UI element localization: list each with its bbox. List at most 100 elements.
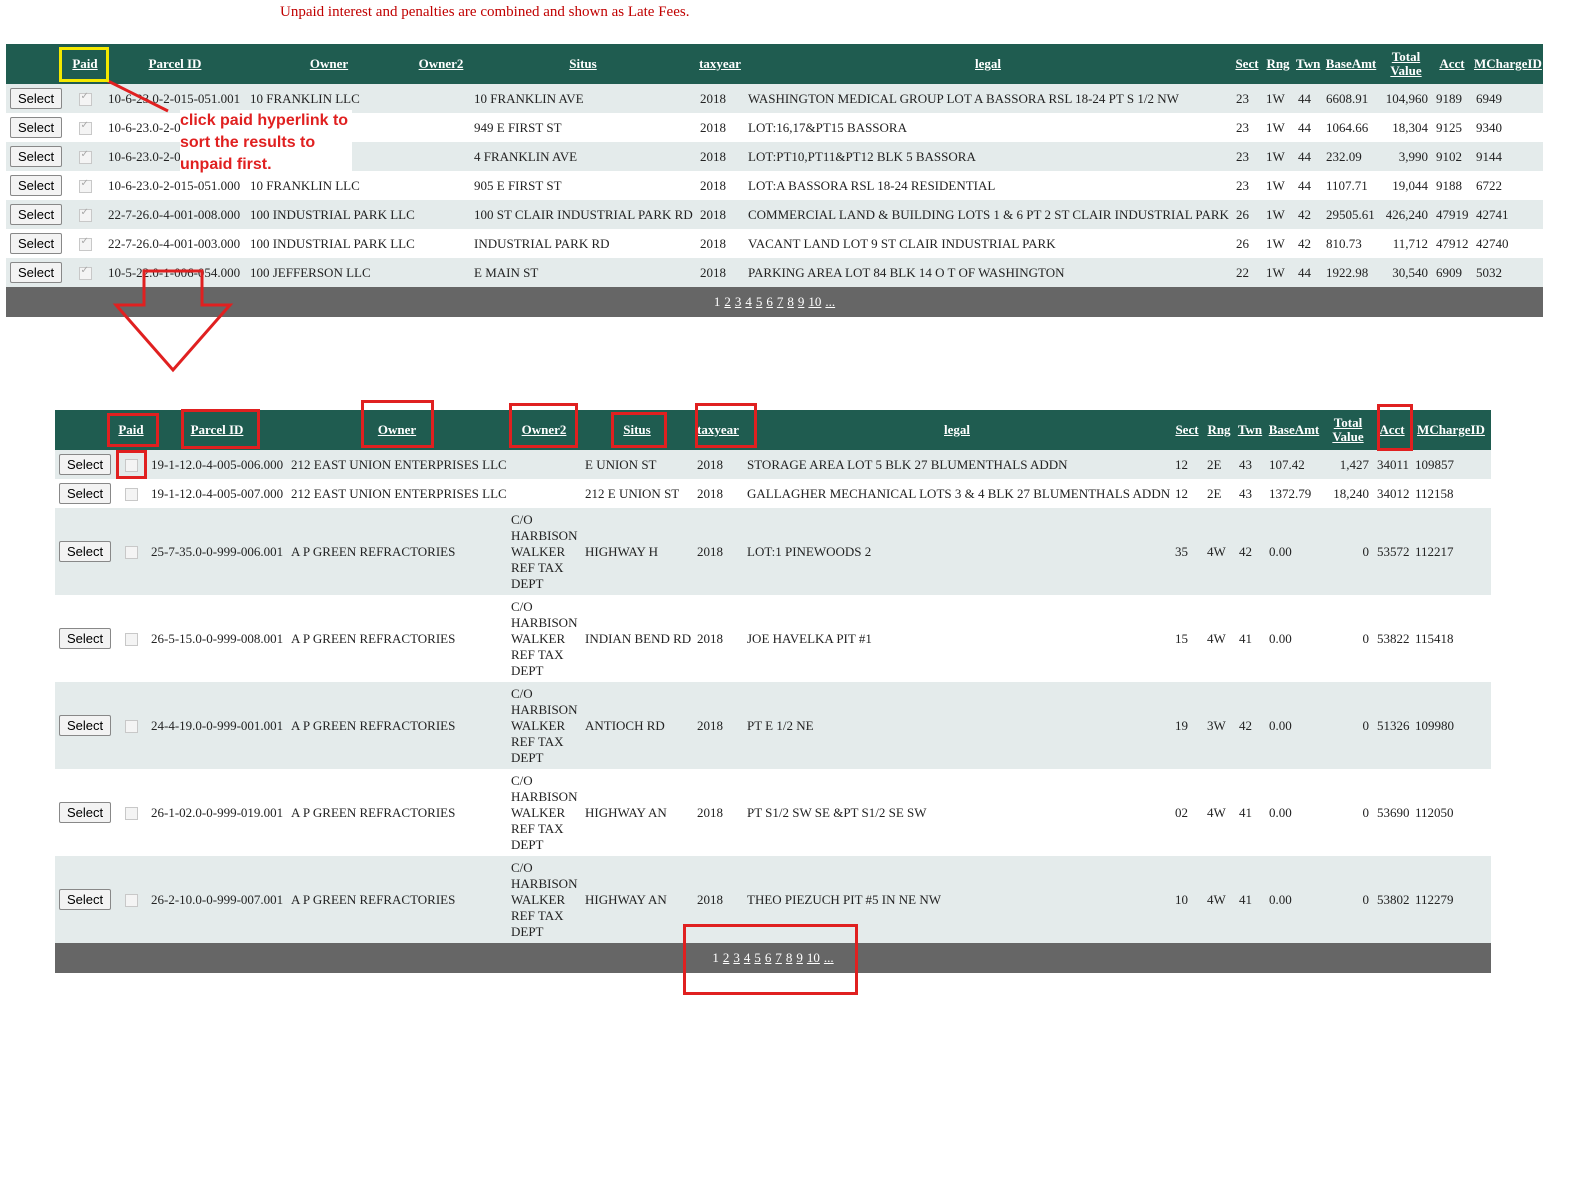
page-link-10[interactable]: 10 (808, 294, 821, 309)
twn-cell: 41 (1239, 804, 1252, 820)
page-link-3[interactable]: 3 (733, 950, 740, 965)
late-fees-notice: Unpaid interest and penalties are combin… (280, 4, 690, 20)
acct-cell: 47912 (1436, 235, 1469, 251)
sort-taxyear-link[interactable]: taxyear (693, 410, 743, 450)
sort-total-value-link[interactable]: Total Value (1323, 410, 1373, 450)
owner2-cell (412, 113, 470, 142)
acct-cell: 9102 (1432, 142, 1472, 171)
sort-total-value-link[interactable]: Total Value (1380, 44, 1432, 84)
baseamt-cell: 232.09 (1322, 142, 1380, 171)
baseamt-cell: 107.42 (1265, 450, 1323, 479)
page-link-9[interactable]: 9 (796, 950, 803, 965)
select-button[interactable]: Select (10, 175, 63, 196)
sort-paid-link[interactable]: Paid (115, 410, 147, 450)
rng-cell: 1W (1262, 84, 1294, 113)
situs-cell: HIGHWAY H (581, 508, 693, 595)
baseamt-cell: 0.00 (1265, 508, 1323, 595)
paid-checkbox (78, 91, 92, 107)
select-button[interactable]: Select (59, 802, 112, 823)
select-button[interactable]: Select (10, 117, 63, 138)
page-link-5[interactable]: 5 (756, 294, 763, 309)
page-link-2[interactable]: 2 (724, 294, 731, 309)
sect-cell: 22 (1232, 258, 1262, 287)
mchargeid-cell: 112217 (1411, 508, 1491, 595)
rng-cell: 4W (1207, 804, 1226, 820)
sort-owner-link[interactable]: Owner (246, 44, 412, 84)
page-link-4[interactable]: 4 (744, 950, 751, 965)
page-link-6[interactable]: 6 (765, 950, 772, 965)
page-link-8[interactable]: 8 (786, 950, 793, 965)
page-link-4[interactable]: 4 (745, 294, 752, 309)
sort-owner2-link[interactable]: Owner2 (507, 410, 581, 450)
sort-paid-link[interactable]: Paid (66, 44, 104, 84)
parcel-id-cell: 10-5-22.0-1-006-054.000 (104, 258, 246, 287)
select-button[interactable]: Select (10, 88, 63, 109)
sort-acct-link[interactable]: Acct (1373, 410, 1411, 450)
owner-cell: A P GREEN REFRACTORIES (291, 804, 456, 820)
owner-cell: 212 EAST UNION ENTERPRISES LLC (287, 450, 507, 479)
sort-mchargeid-link[interactable]: MChargeID (1472, 44, 1543, 84)
rng-cell: 1W (1266, 119, 1285, 135)
select-button[interactable]: Select (59, 541, 112, 562)
sort-mchargeid-link[interactable]: MChargeID (1411, 410, 1491, 450)
select-button[interactable]: Select (10, 204, 63, 225)
page-link-2[interactable]: 2 (723, 950, 730, 965)
page-link-9[interactable]: 9 (798, 294, 805, 309)
sort-parcel-id-link[interactable]: Parcel ID (147, 410, 287, 450)
parcel-id-cell: 10-6-23.0-2-015-051.001 (104, 84, 246, 113)
select-button[interactable]: Select (59, 889, 112, 910)
page-link-5[interactable]: 5 (754, 950, 761, 965)
sort-situs-link[interactable]: Situs (470, 44, 696, 84)
table-row: Select 19-1-12.0-4-005-006.000 212 EAST UN… (55, 450, 1491, 479)
taxyear-cell: 2018 (700, 119, 726, 135)
select-button[interactable]: Select (59, 483, 112, 504)
page-link-more[interactable]: ... (824, 950, 834, 965)
select-button[interactable]: Select (59, 715, 112, 736)
owner2-cell: C/O HARBISON WALKER REF TAX DEPT (507, 682, 581, 769)
page-link-3[interactable]: 3 (735, 294, 742, 309)
select-button[interactable]: Select (10, 262, 63, 283)
twn-cell: 44 (1294, 142, 1322, 171)
pager-row: 1 2 3 4 5 6 7 8 9 10... (55, 943, 1491, 973)
sect-cell: 19 (1171, 682, 1203, 769)
paid-cell (66, 113, 104, 142)
page-link-8[interactable]: 8 (787, 294, 794, 309)
sort-owner2-link[interactable]: Owner2 (412, 44, 470, 84)
page-link-10[interactable]: 10 (807, 950, 820, 965)
sort-rng-link[interactable]: Rng (1262, 44, 1294, 84)
sort-acct-link[interactable]: Acct (1432, 44, 1472, 84)
acct-cell: 9125 (1436, 119, 1462, 135)
page-link-7[interactable]: 7 (775, 950, 782, 965)
sort-owner-link[interactable]: Owner (287, 410, 507, 450)
select-button[interactable]: Select (10, 233, 63, 254)
select-button[interactable]: Select (59, 454, 112, 475)
sort-legal-link[interactable]: legal (743, 410, 1171, 450)
select-button[interactable]: Select (10, 146, 63, 167)
sort-legal-link[interactable]: legal (744, 44, 1232, 84)
sort-sect-link[interactable]: Sect (1171, 410, 1203, 450)
mchargeid-cell: 112158 (1415, 485, 1454, 501)
paid-cell (115, 450, 147, 479)
table-row: Select 22-7-26.0-4-001-008.000100 INDUSTR… (6, 200, 1543, 229)
baseamt-cell: 1372.79 (1269, 485, 1312, 501)
paid-cell (115, 595, 147, 682)
mchargeid-cell: 6722 (1476, 177, 1502, 193)
situs-cell: INDUSTRIAL PARK RD (474, 235, 610, 251)
sort-situs-link[interactable]: Situs (581, 410, 693, 450)
rng-cell: 2E (1203, 450, 1235, 479)
sort-parcel-id-link[interactable]: Parcel ID (104, 44, 246, 84)
legal-cell: THEO PIEZUCH PIT #5 IN NE NW (743, 856, 1171, 943)
owner-cell: 212 EAST UNION ENTERPRISES LLC (291, 485, 507, 501)
select-button[interactable]: Select (59, 628, 112, 649)
page-link-6[interactable]: 6 (766, 294, 773, 309)
sort-rng-link[interactable]: Rng (1203, 410, 1235, 450)
sort-taxyear-link[interactable]: taxyear (696, 44, 744, 84)
page-link-more[interactable]: ... (825, 294, 835, 309)
page-link-7[interactable]: 7 (777, 294, 784, 309)
sort-baseamt-link[interactable]: BaseAmt (1265, 410, 1323, 450)
sort-sect-link[interactable]: Sect (1232, 44, 1262, 84)
sort-baseamt-link[interactable]: BaseAmt (1322, 44, 1380, 84)
owner2-cell: C/O HARBISON WALKER REF TAX DEPT (507, 856, 581, 943)
sort-twn-link[interactable]: Twn (1235, 410, 1265, 450)
sort-twn-link[interactable]: Twn (1294, 44, 1322, 84)
